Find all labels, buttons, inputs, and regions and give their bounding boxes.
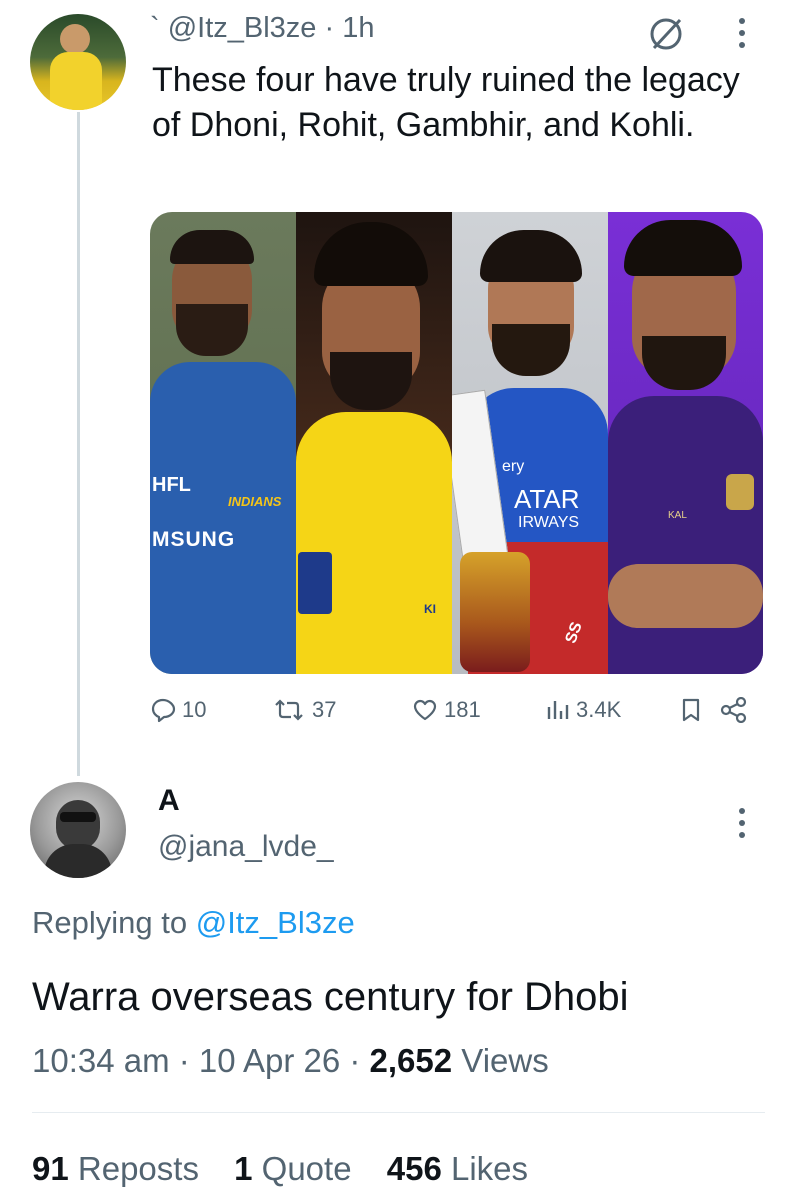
reposts-stat[interactable]: 91 Reposts [32,1150,199,1187]
reply-handle[interactable]: @jana_lvde_ [158,830,334,864]
repost-action[interactable]: 37 [272,697,336,723]
quote-count: 1 [234,1150,253,1187]
like-icon [413,699,437,721]
jersey-text-kal: KAL [668,510,687,521]
parent-action-bar: 10 37 181 3.4K [150,697,760,733]
parent-tweet-text: These four have truly ruined the legacy … [152,61,740,144]
bookmark-icon [682,698,700,722]
views-action[interactable]: 3.4K [546,697,621,723]
likes-label: Likes [441,1150,529,1187]
repost-icon [275,699,303,721]
reply-timestamp[interactable]: 10:34 am · 10 Apr 26 · [32,1042,370,1079]
reply-display-name[interactable]: A [158,784,180,818]
reply-views-count: 2,652 [369,1042,453,1079]
media-panel-1: HFL INDIANS MSUNG [150,212,296,674]
like-action[interactable]: 181 [412,697,481,723]
reply-views-label: Views [452,1042,549,1079]
share-icon [720,697,747,723]
more-icon[interactable] [730,18,754,48]
bookmark-action[interactable] [680,697,702,723]
jersey-text-msung: MSUNG [152,528,236,551]
replying-to-line: Replying to @Itz_Bl3ze [32,905,355,941]
reply-avatar[interactable] [30,782,126,878]
reply-more-icon[interactable] [730,808,754,838]
jersey-text-irways: IRWAYS [518,514,580,531]
views-icon [547,701,569,719]
reposts-label: Reposts [68,1150,199,1187]
grok-icon[interactable] [646,14,686,54]
reposts-count: 91 [32,1150,69,1187]
reply-tweet-text: Warra overseas century for Dhobi [32,975,629,1019]
parent-avatar[interactable] [30,14,126,110]
reply-count: 10 [182,697,207,722]
jersey-text-ki: KI [424,602,436,616]
likes-stat[interactable]: 456 Likes [387,1150,528,1187]
like-count: 181 [444,697,481,722]
quote-stat[interactable]: 1 Quote [234,1150,351,1187]
jersey-text-ery: ery [502,458,525,475]
replying-to-link[interactable]: @Itz_Bl3ze [196,905,355,940]
likes-count: 456 [386,1150,442,1187]
media-panel-4: KAL [608,212,763,674]
media-panel-2: KI [296,212,452,674]
jersey-text-atar: ATAR [514,484,580,514]
reply-icon [151,698,176,723]
stats-divider [32,1112,765,1113]
parent-handle-time[interactable]: ` @Itz_Bl3ze · 1h [150,12,374,45]
repost-count: 37 [312,697,337,722]
reply-meta: 10:34 am · 10 Apr 26 · 2,652 Views [32,1042,549,1080]
tweet-media-image[interactable]: HFL INDIANS MSUNG KI ery ATAR IRWAYS SS … [150,212,763,674]
media-panel-3: ery ATAR IRWAYS SS [452,212,608,674]
replying-to-prefix: Replying to [32,905,196,940]
engagement-stats: 91 Reposts 1 Quote 456 Likes [32,1150,528,1188]
jersey-text-hfl: HFL [152,474,191,496]
thread-connector-line [77,112,80,776]
quote-label: Quote [252,1150,352,1187]
jersey-text-indians: INDIANS [228,494,282,509]
views-count: 3.4K [576,697,622,722]
reply-action[interactable]: 10 [150,697,206,723]
share-action[interactable] [720,697,748,723]
